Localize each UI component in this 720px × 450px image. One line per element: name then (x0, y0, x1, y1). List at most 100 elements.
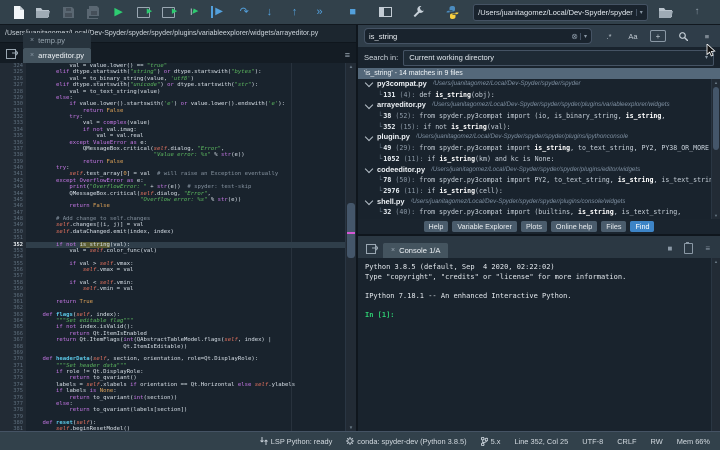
chevron-down-icon[interactable] (365, 79, 373, 87)
search-input[interactable] (369, 32, 569, 41)
chevron-down-icon[interactable] (365, 165, 373, 173)
scrollbar-handle[interactable] (347, 203, 355, 258)
inspect-object-icon[interactable] (684, 243, 693, 254)
parent-directory-icon[interactable]: ↑ (687, 4, 707, 20)
status-utf-8[interactable]: UTF-8 (582, 437, 603, 446)
pane-tab-files[interactable]: Files (601, 221, 626, 232)
console-options-menu-icon[interactable]: ≡ (705, 244, 710, 253)
status-mem-66-[interactable]: Mem 66% (677, 437, 710, 446)
tree-elbow-icon: └ (378, 207, 382, 218)
open-file-icon[interactable] (33, 4, 53, 20)
chevron-down-icon[interactable]: ▾ (636, 9, 643, 16)
result-file-row[interactable]: arrayeditor.py/Users/juanitagomez/Local/… (358, 100, 711, 111)
code-editor[interactable]: 3243253263273283293303313323333343353363… (0, 63, 356, 431)
new-file-icon[interactable] (8, 4, 28, 20)
result-file-row[interactable]: py3compat.py/Users/juanitagomez/Local/De… (358, 79, 711, 90)
match-text: from spyder.py3compat import is_string, … (419, 143, 709, 154)
regex-toggle-icon[interactable]: .* (602, 29, 616, 43)
result-match-row[interactable]: └38 (52): from spyder.py3compat import (… (358, 111, 711, 122)
pane-tab-variable-explorer[interactable]: Variable Explorer (452, 221, 517, 232)
result-file-name: shell.py (377, 197, 405, 208)
result-file-row[interactable]: plugin.py/Users/juanitagomez/Local/Dev-S… (358, 132, 711, 143)
result-match-row[interactable]: └131 (4): def is_string(obj): (358, 90, 711, 101)
step-return-icon[interactable]: ↑ (284, 4, 304, 20)
scroll-up-icon[interactable]: ▲ (712, 80, 720, 85)
console-prompt[interactable]: In [1]: (365, 311, 708, 321)
search-icon[interactable] (676, 29, 690, 43)
scroll-up-icon[interactable]: ▲ (712, 259, 720, 264)
browse-directory-icon[interactable] (656, 4, 676, 20)
status-5-x[interactable]: 5.x (481, 437, 501, 446)
status-label: Mem 66% (677, 437, 710, 446)
console-scrollbar[interactable]: ▲ (711, 258, 720, 431)
pane-tab-find[interactable]: Find (630, 221, 654, 232)
match-text: from spyder.py3compat import (builtins, … (419, 207, 681, 218)
tree-elbow-icon: └ (378, 122, 382, 133)
run-cell-icon[interactable]: ▶ (134, 4, 154, 20)
maximize-pane-icon[interactable] (376, 4, 396, 20)
search-in-combobox[interactable]: Current working directory ▾ (403, 50, 714, 66)
status-lsp-python[interactable]: LSP Python: ready (260, 437, 333, 446)
clear-search-icon[interactable]: ⊗ (569, 32, 580, 41)
save-icon[interactable] (58, 4, 78, 20)
run-file-icon[interactable]: ▶ (109, 4, 129, 20)
console-tab[interactable]: × Console 1/A (383, 243, 448, 258)
status-crlf[interactable]: CRLF (617, 437, 636, 446)
search-results-tree[interactable]: ▲ ▼ py3compat.py/Users/juanitagomez/Loca… (358, 79, 720, 219)
continue-icon[interactable]: » (310, 4, 330, 20)
result-match-row[interactable]: └78 (50): from spyder.py3compat import P… (358, 175, 711, 186)
step-into-icon[interactable]: ↓ (259, 4, 279, 20)
status-rw[interactable]: RW (651, 437, 663, 446)
result-match-row[interactable]: └49 (29): from spyder.py3compat import i… (358, 143, 711, 154)
find-options-menu-icon[interactable]: ≡ (700, 29, 714, 43)
editor-options-menu-icon[interactable]: ≡ (341, 50, 354, 60)
step-over-icon[interactable]: ↷ (234, 4, 254, 20)
status-conda[interactable]: conda: spyder-dev (Python 3.8.5) (346, 437, 466, 446)
pythonpath-manager-icon[interactable] (442, 4, 462, 20)
editor-tab-arrayeditor-py[interactable]: ×arrayeditor.py (23, 48, 91, 63)
close-tab-icon[interactable]: × (391, 247, 395, 254)
results-scrollbar[interactable]: ▲ ▼ (711, 79, 720, 219)
editor-scrollbar[interactable]: ▲ ▼ (345, 63, 356, 431)
chevron-down-icon[interactable] (365, 197, 373, 205)
search-in-row: Search in: Current working directory ▾ (358, 47, 720, 68)
browse-tabs-icon[interactable] (4, 47, 20, 61)
match-column: (52): (391, 111, 419, 122)
run-cell-advance-icon[interactable]: ▶ (159, 4, 179, 20)
chevron-down-icon[interactable] (365, 100, 373, 108)
editor-tab-temp-py[interactable]: ×temp.py (23, 33, 91, 48)
result-match-row[interactable]: └352 (15): if not is_string(val): (358, 122, 711, 133)
pane-tab-help[interactable]: Help (424, 221, 449, 232)
code-area[interactable]: val = value.lower() == "true" elif dtype… (26, 63, 345, 431)
result-file-row[interactable]: shell.py/Users/juanitagomez/Local/Dev-Sp… (358, 197, 711, 208)
save-all-icon[interactable] (83, 4, 103, 20)
stop-debug-icon[interactable]: ■ (343, 4, 363, 20)
scroll-up-icon[interactable]: ▲ (346, 64, 356, 69)
search-history-caret-icon[interactable]: ▾ (580, 33, 587, 40)
debug-file-icon[interactable]: ▶ (209, 4, 229, 20)
scrollbar-handle[interactable] (713, 87, 719, 150)
browse-tabs-icon[interactable] (364, 242, 380, 256)
preferences-wrench-icon[interactable] (409, 4, 429, 20)
scroll-down-icon[interactable]: ▼ (712, 213, 720, 218)
interrupt-kernel-icon[interactable]: ■ (667, 244, 672, 253)
status-line-352-col-25[interactable]: Line 352, Col 25 (514, 437, 568, 446)
result-match-row[interactable]: └1052 (11): if is_string(km) and kc is N… (358, 154, 711, 165)
close-tab-icon[interactable]: × (30, 52, 34, 59)
search-box[interactable]: ⊗ ▾ (364, 28, 592, 44)
code-line[interactable]: self.beginResetModel() (26, 426, 345, 431)
result-file-row[interactable]: codeeditor.py/Users/juanitagomez/Local/D… (358, 165, 711, 176)
pane-tab-plots[interactable]: Plots (521, 221, 547, 232)
working-directory-combobox[interactable]: /Users/juanitagomez/Local/Dev-Spyder/spy… (473, 4, 648, 21)
exclude-pattern-icon[interactable]: + (650, 30, 666, 42)
case-sensitive-icon[interactable]: Aa (626, 29, 640, 43)
run-selection-icon[interactable]: I▶ (184, 4, 204, 20)
console-output[interactable]: Python 3.8.5 (default, Sep 4 2020, 02:22… (358, 258, 720, 431)
close-tab-icon[interactable]: × (30, 37, 34, 44)
match-line-number: 32 (383, 207, 391, 218)
result-match-row[interactable]: └2976 (11): if is_string(cell): (358, 186, 711, 197)
result-match-row[interactable]: └32 (40): from spyder.py3compat import (… (358, 207, 711, 218)
pane-tab-online-help[interactable]: Online help (551, 221, 597, 232)
chevron-down-icon[interactable] (365, 133, 373, 141)
scroll-down-icon[interactable]: ▼ (346, 425, 356, 430)
